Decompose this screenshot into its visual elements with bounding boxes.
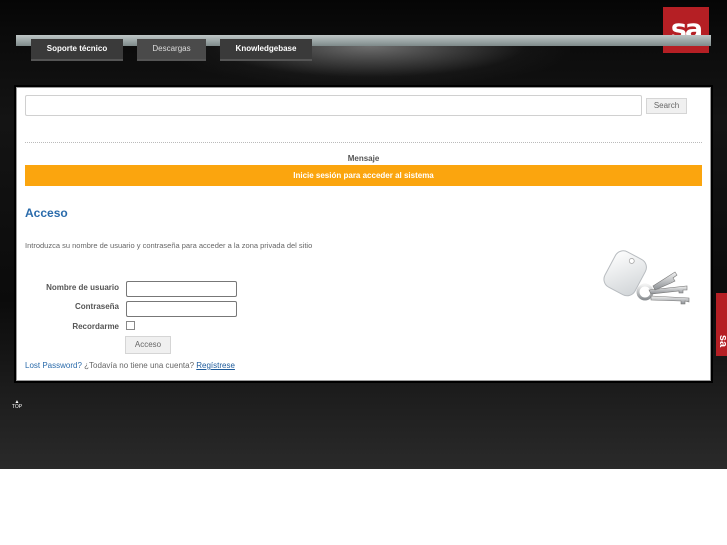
username-field[interactable]	[126, 281, 237, 297]
nav-item-soporte[interactable]: Soporte técnico	[31, 39, 123, 61]
remember-checkbox[interactable]	[126, 321, 135, 330]
no-account-text: ¿Todavía no tiene una cuenta?	[84, 361, 195, 370]
brand-logo[interactable]: sa	[663, 7, 709, 53]
nav-item-descargas[interactable]: Descargas	[137, 39, 206, 61]
keys-icon	[603, 250, 690, 305]
message-bar: Inicie sesión para acceder al sistema	[25, 165, 702, 186]
search-button[interactable]: Search	[646, 98, 687, 114]
page-background: sa Soporte técnico Descargas Knowledgeba…	[0, 0, 727, 469]
remember-label: Recordarme	[72, 322, 119, 331]
side-tab-label: sa	[717, 334, 727, 348]
search-input[interactable]	[25, 95, 642, 116]
side-brand-tab[interactable]: sa	[716, 293, 727, 356]
page-title: Acceso	[25, 206, 68, 220]
account-links: Lost Password? ¿Todavía no tiene una cue…	[25, 361, 235, 370]
password-field[interactable]	[126, 301, 237, 317]
back-to-top[interactable]: ▲ TOP	[10, 400, 24, 410]
lost-password-link[interactable]: Lost Password?	[25, 361, 82, 370]
nav-item-knowledgebase[interactable]: Knowledgebase	[220, 39, 312, 61]
message-heading: Mensaje	[347, 154, 380, 163]
divider	[25, 142, 702, 143]
register-link[interactable]: Regístrese	[196, 361, 235, 370]
password-label: Contraseña	[74, 302, 119, 311]
top-label: TOP	[11, 404, 23, 410]
login-button[interactable]: Acceso	[125, 336, 171, 354]
content-panel: Search Mensaje Inicie sesión para accede…	[16, 87, 711, 381]
username-label: Nombre de usuario	[46, 283, 119, 292]
login-intro: Introduzca su nombre de usuario y contra…	[25, 241, 313, 250]
